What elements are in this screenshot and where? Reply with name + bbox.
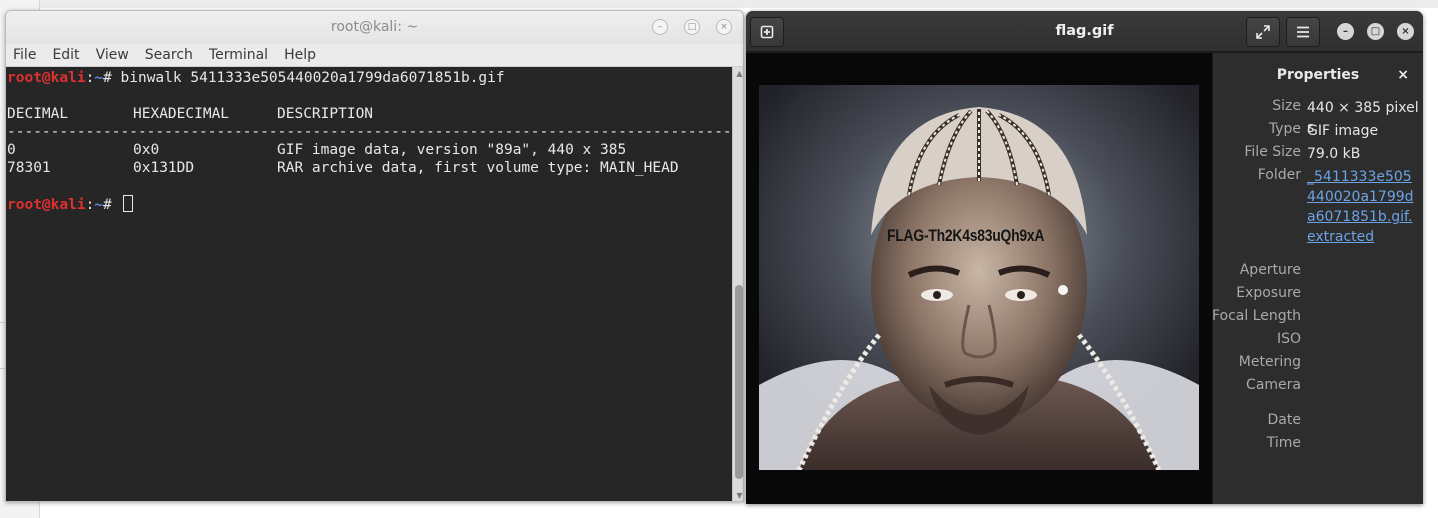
property-label: Aperture — [1239, 262, 1301, 278]
maximize-icon[interactable]: □ — [684, 19, 700, 35]
fullscreen-button[interactable] — [1246, 17, 1280, 47]
property-label: Type — [1268, 121, 1301, 137]
cell-decimal: 0 — [7, 142, 16, 158]
prompt-path: ~ — [94, 197, 104, 213]
header-hexadecimal: HEXADECIMAL — [133, 106, 230, 122]
scroll-up-arrow-icon[interactable]: ▲ — [734, 69, 743, 79]
cell-decimal: 78301 — [7, 160, 51, 176]
property-exposure: Exposure — [1213, 285, 1423, 308]
table-row: 78301 0x131DD RAR archive data, first volu… — [7, 159, 732, 177]
command-text: binwalk 5411333e505440020a1799da6071851b… — [120, 70, 505, 86]
prompt-separator: : — [85, 70, 95, 86]
property-label: ISO — [1276, 331, 1301, 347]
prompt-symbol: # — [103, 70, 121, 86]
prompt-symbol: # — [103, 197, 121, 213]
terminal-scrollbar[interactable]: ▲ ▼ — [732, 67, 743, 501]
property-file-size: File Size 79.0 kB — [1213, 144, 1423, 167]
viewer-title: flag.gif — [1055, 23, 1114, 39]
terminal-titlebar[interactable]: root@kali: ~ – □ × — [6, 11, 743, 44]
menu-help[interactable]: Help — [284, 47, 316, 63]
property-label: Size — [1272, 98, 1301, 114]
property-label: Camera — [1246, 377, 1301, 393]
prompt-user: root@kali — [7, 197, 86, 213]
menu-search[interactable]: Search — [145, 47, 193, 63]
property-time: Time — [1213, 435, 1423, 458]
property-value: 79.0 kB — [1307, 146, 1361, 162]
header-description: DESCRIPTION — [277, 106, 374, 122]
property-label: Exposure — [1236, 285, 1301, 301]
active-prompt-line: root@kali:~# — [7, 195, 732, 213]
close-icon[interactable]: × — [1397, 23, 1414, 40]
minimize-icon[interactable]: – — [652, 19, 668, 35]
property-camera: Camera — [1213, 377, 1423, 400]
table-separator: ----------------------------------------… — [7, 124, 732, 140]
image-canvas[interactable]: FLAG-Th2K4s83uQh9xA — [746, 53, 1212, 504]
property-label: Time — [1266, 435, 1301, 451]
close-icon[interactable]: × — [716, 19, 732, 35]
prompt-user: root@kali — [7, 70, 86, 86]
property-aperture: Aperture — [1213, 262, 1423, 285]
terminal-title: root@kali: ~ — [330, 19, 419, 35]
property-label: Folder — [1257, 167, 1301, 183]
displayed-image: FLAG-Th2K4s83uQh9xA — [759, 85, 1199, 470]
prompt-path: ~ — [94, 70, 104, 86]
property-label: File Size — [1244, 144, 1301, 160]
image-flag-text: FLAG-Th2K4s83uQh9xA — [887, 226, 1045, 245]
terminal-menubar: File Edit View Search Terminal Help — [6, 44, 743, 67]
property-iso: ISO — [1213, 331, 1423, 354]
menu-terminal[interactable]: Terminal — [209, 47, 268, 63]
scroll-down-arrow-icon[interactable]: ▼ — [734, 491, 743, 501]
viewer-headerbar[interactable]: flag.gif – □ × — [746, 11, 1423, 52]
desktop-top-strip — [0, 0, 1438, 8]
table-row: 0 0x0 GIF image data, version "89a", 440 x… — [7, 141, 732, 159]
menu-file[interactable]: File — [13, 47, 36, 63]
cell-description: GIF image data, version "89a", 440 x 385 — [277, 142, 627, 158]
fullscreen-icon — [1256, 25, 1270, 39]
property-metering: Metering — [1213, 354, 1423, 377]
terminal-window: root@kali: ~ – □ × File Edit View Search… — [5, 10, 744, 502]
property-type: Type GIF image — [1213, 121, 1423, 144]
property-size: Size 440 × 385 pixels — [1213, 98, 1423, 136]
folder-link[interactable]: _5411333e505440020a1799da6071851b.gif.ex… — [1307, 167, 1419, 247]
cell-hex: 0x0 — [133, 142, 160, 158]
property-folder: Folder _5411333e505440020a1799da6071851b… — [1213, 167, 1423, 245]
table-header-row: DECIMAL HEXADECIMAL DESCRIPTION — [7, 105, 732, 123]
menu-edit[interactable]: Edit — [52, 47, 79, 63]
command-line: root@kali:~# binwalk 5411333e505440020a1… — [7, 69, 732, 87]
hamburger-icon — [1297, 26, 1309, 38]
portrait-illustration — [759, 85, 1199, 470]
properties-heading: Properties — [1276, 67, 1360, 83]
cell-hex: 0x131DD — [133, 160, 195, 176]
property-label: Date — [1267, 412, 1301, 428]
properties-panel: Properties × Size 440 × 385 pixels Type … — [1212, 53, 1423, 504]
property-focal-length: Focal Length — [1211, 308, 1423, 331]
property-label: Metering — [1238, 354, 1301, 370]
close-properties-icon[interactable]: × — [1397, 67, 1409, 83]
property-label: Focal Length — [1211, 308, 1301, 324]
menu-button[interactable] — [1286, 17, 1320, 47]
terminal-output[interactable]: root@kali:~# binwalk 5411333e505440020a1… — [6, 67, 732, 501]
image-viewer-window: flag.gif – □ × FLAG-Th2K4s83uQh9xA Prope… — [746, 11, 1423, 504]
property-date: Date — [1213, 412, 1423, 435]
cell-description: RAR archive data, first volume type: MAI… — [277, 160, 679, 176]
scrollbar-thumb[interactable] — [735, 285, 743, 479]
property-value: GIF image — [1307, 123, 1379, 139]
header-decimal: DECIMAL — [7, 106, 69, 122]
maximize-icon[interactable]: □ — [1367, 23, 1384, 40]
menu-view[interactable]: View — [96, 47, 129, 63]
prompt-separator: : — [85, 197, 95, 213]
minimize-icon[interactable]: – — [1337, 23, 1354, 40]
text-cursor[interactable] — [122, 195, 133, 212]
